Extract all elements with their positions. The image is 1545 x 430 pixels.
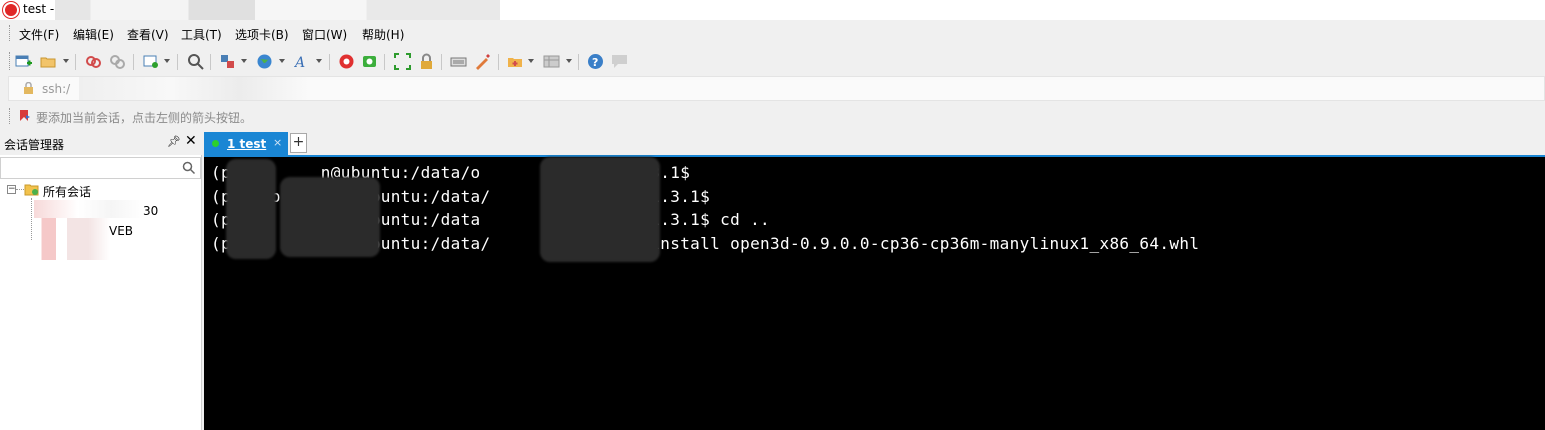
connection-status-dot: [212, 140, 219, 147]
tree-item-session[interactable]: VEB: [109, 224, 133, 238]
menu-bar: 文件(F) 编辑(E) 查看(V) 工具(T) 选项卡(B) 窗口(W) 帮助(…: [0, 20, 1545, 46]
menu-help[interactable]: 帮助(H): [362, 26, 404, 43]
globe-icon[interactable]: [256, 53, 273, 70]
menu-view[interactable]: 查看(V): [127, 26, 169, 43]
xshell-app-icon: [3, 2, 19, 18]
session-manager-title: 会话管理器: [4, 138, 65, 152]
toolbar-separator: [384, 54, 385, 70]
window-title: test -: [23, 2, 55, 16]
toolbar-grip: [9, 52, 12, 70]
chevron-down-icon[interactable]: [316, 59, 322, 63]
svg-text:A: A: [294, 55, 305, 70]
toolbar-separator: [210, 54, 211, 70]
hint-bar: 要添加当前会话，点击左侧的箭头按钮。: [0, 102, 1545, 130]
chat-icon[interactable]: [611, 53, 628, 70]
reconnect-icon[interactable]: [85, 53, 102, 70]
xftp-icon[interactable]: [338, 53, 355, 70]
menu-grip: [9, 25, 12, 41]
compose-icon[interactable]: [474, 53, 491, 70]
session-manager-panel: 会话管理器 📌︎ ✕ − 所有会话 30 VEB: [0, 130, 202, 430]
toolbar-separator: [133, 54, 134, 70]
menu-edit[interactable]: 编辑(E): [73, 26, 114, 43]
menu-tools[interactable]: 工具(T): [181, 26, 222, 43]
tree-connector: [31, 198, 32, 240]
transfer-icon[interactable]: [219, 53, 236, 70]
xshell-green-icon[interactable]: [361, 53, 378, 70]
toolbar-separator: [498, 54, 499, 70]
lock-icon[interactable]: [418, 53, 435, 70]
open-folder-icon[interactable]: [40, 53, 57, 70]
redacted-block: [540, 157, 660, 262]
toolbar-separator: [329, 54, 330, 70]
pin-icon[interactable]: 📌︎: [167, 135, 181, 148]
chevron-down-icon[interactable]: [164, 59, 170, 63]
menu-window[interactable]: 窗口(W): [302, 26, 347, 43]
chevron-down-icon[interactable]: [279, 59, 285, 63]
tree-connector: [16, 189, 24, 190]
tree-root-all-sessions[interactable]: 所有会话: [43, 183, 91, 200]
address-input[interactable]: ssh:/: [42, 82, 70, 96]
tab-bar: 1 test × +: [204, 130, 1545, 155]
chevron-down-icon[interactable]: [566, 59, 572, 63]
toolbar-separator: [578, 54, 579, 70]
fullscreen-icon[interactable]: [394, 53, 411, 70]
menu-tabs[interactable]: 选项卡(B): [235, 26, 289, 43]
hint-grip: [9, 108, 12, 124]
chevron-down-icon[interactable]: [63, 59, 69, 63]
folder-icon: [24, 184, 39, 196]
chevron-down-icon[interactable]: [241, 59, 247, 63]
collapse-toggle[interactable]: −: [7, 185, 16, 194]
address-bar[interactable]: ssh:/: [8, 76, 1545, 101]
tree-item-session[interactable]: 30: [143, 204, 158, 218]
close-icon[interactable]: ✕: [185, 133, 197, 149]
tab-test[interactable]: 1 test ×: [204, 132, 288, 155]
session-search-input[interactable]: [0, 157, 201, 179]
toolbar-separator: [75, 54, 76, 70]
toolbar-separator: [177, 54, 178, 70]
new-tab-button[interactable]: +: [290, 133, 307, 153]
properties-icon[interactable]: [143, 53, 160, 70]
disconnect-icon[interactable]: [109, 53, 126, 70]
chevron-down-icon[interactable]: [528, 59, 534, 63]
bookmark-icon[interactable]: [19, 109, 31, 122]
redacted-block: [226, 159, 276, 259]
toolbar-separator: [441, 54, 442, 70]
search-icon[interactable]: [182, 161, 196, 175]
font-icon[interactable]: A: [294, 53, 311, 70]
redacted-session-name: [34, 200, 144, 218]
new-tab-icon[interactable]: [507, 53, 524, 70]
help-icon[interactable]: ?: [587, 53, 604, 70]
layout-icon[interactable]: [543, 53, 560, 70]
redacted-title-area: [55, 0, 500, 20]
session-manager-header: 会话管理器 📌︎ ✕: [0, 130, 202, 155]
svg-text:?: ?: [592, 56, 598, 69]
close-tab-icon[interactable]: ×: [273, 136, 282, 149]
redacted-session-name: [38, 218, 110, 260]
toolbar: A ?: [0, 46, 1545, 76]
tab-label[interactable]: 1 test: [227, 137, 266, 151]
lock-icon: [24, 82, 33, 94]
keyboard-icon[interactable]: [450, 53, 467, 70]
hint-text: 要添加当前会话，点击左侧的箭头按钮。: [36, 111, 253, 125]
redacted-block: [280, 177, 380, 257]
terminal-area[interactable]: (p n@ubuntu:/data/o /pip-21.3.1$ (p 6) o…: [204, 155, 1545, 430]
menu-file[interactable]: 文件(F): [19, 26, 59, 43]
title-bar: test -: [0, 0, 1545, 20]
redacted-address: [79, 77, 309, 100]
new-session-icon[interactable]: [15, 53, 32, 70]
find-icon[interactable]: [187, 53, 204, 70]
